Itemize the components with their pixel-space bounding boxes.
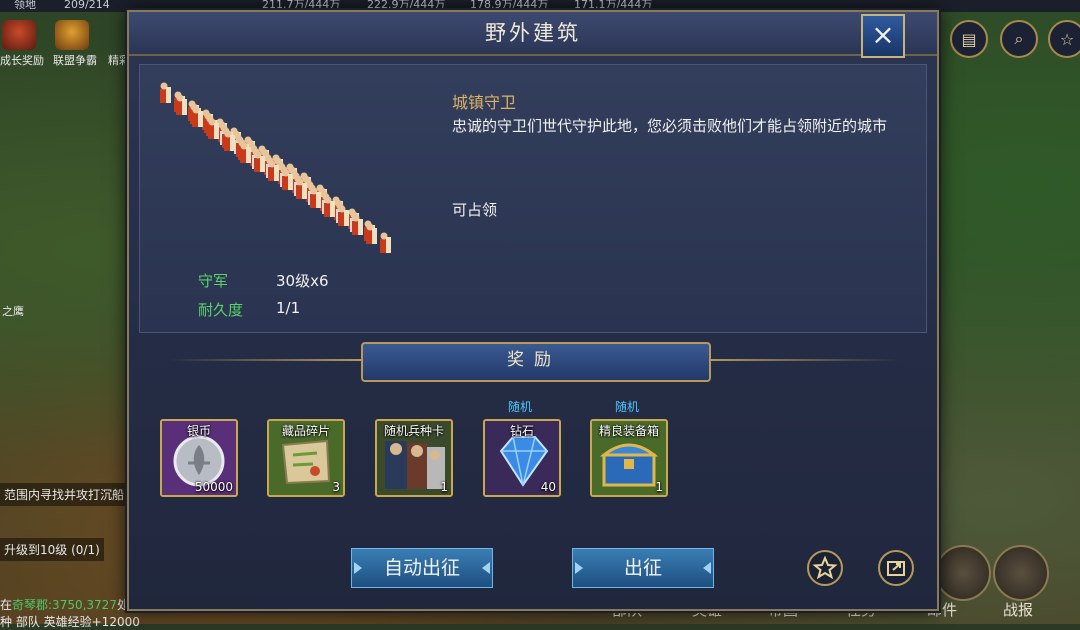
field-building-dialog: 野外建筑 × 城镇守卫 忠诚的守卫们世代守护此地，您必须击败他们才能占领附近的城… (127, 10, 939, 611)
share-button[interactable] (878, 550, 914, 586)
left-arrow-icon (575, 562, 583, 574)
building-description: 忠诚的守卫们世代守护此地，您必须击败他们才能占领附近的城市 (452, 117, 888, 135)
diamond-random-tag: 随机 (507, 400, 532, 414)
building-name: 城镇守卫 (452, 93, 517, 112)
soldier-shield (316, 192, 321, 208)
soldier-shield (182, 99, 187, 115)
soldier-shield (358, 219, 363, 235)
garrison-label: 守军 (198, 272, 229, 290)
search-icon[interactable]: ⌕ (1000, 20, 1038, 58)
reward-count: 50000 (194, 480, 233, 494)
close-icon: × (871, 18, 895, 51)
growth-reward-icon[interactable] (2, 20, 36, 50)
book-icon[interactable]: ▤ (950, 20, 988, 58)
reward-name: 藏品碎片 (281, 424, 330, 438)
soldier-shield (372, 228, 377, 244)
soldier-shield (330, 201, 335, 217)
reward-divider-left (169, 359, 361, 361)
reward-title: 奖励 (507, 350, 561, 370)
right-arrow-icon (482, 562, 490, 574)
reward-count: 1 (440, 480, 448, 494)
equipment-box-random-tag: 随机 (614, 400, 639, 414)
alliance-war-label[interactable]: 联盟争霸 (53, 52, 97, 68)
reward-name: 钻石 (509, 424, 534, 438)
reward-name: 银币 (186, 424, 211, 438)
reward-divider-right (707, 359, 899, 361)
durability-value: 1/1 (276, 299, 301, 317)
location-line[interactable]: 在奇琴郡:3750,3727处 (0, 596, 129, 613)
battle-report-nav-icon[interactable] (993, 545, 1049, 601)
soldier-shield (214, 123, 219, 139)
soldier-shield (274, 165, 279, 181)
reward-count: 3 (332, 480, 340, 494)
march-button[interactable]: 出征 (572, 548, 714, 588)
left-arrow-icon (354, 562, 362, 574)
durability-label: 耐久度 (198, 301, 244, 319)
location-link[interactable]: 奇琴郡:3750,3727 (12, 598, 117, 612)
reward-name: 随机兵种卡 (383, 424, 444, 438)
territory-count: 209/214 (64, 0, 110, 11)
eagle-label: 之鹰 (2, 305, 24, 318)
exp-line: 种 部队 英雄经验+12000 (0, 615, 140, 629)
reward-item-silver-coin[interactable]: 银币 50000 (160, 419, 238, 497)
reward-name: 精良装备箱 (598, 424, 659, 438)
town-guard-troops-image (160, 82, 391, 253)
star-icon (812, 555, 838, 580)
right-arrow-icon (703, 562, 711, 574)
territory-label: 领地 (14, 0, 36, 11)
soldier-shield (246, 147, 251, 163)
quest-item-1[interactable]: 范围内寻找并攻打沉船 (0, 483, 129, 506)
march-label: 出征 (623, 557, 662, 579)
soldier-shield (198, 111, 203, 127)
reward-item-random-unit-card[interactable]: 随机兵种卡 1 (375, 419, 453, 497)
soldier-shield (288, 174, 293, 190)
reward-count: 40 (540, 480, 556, 494)
soldier-shield (260, 156, 265, 172)
garrison-value: 30级x6 (276, 272, 329, 290)
reward-item-fine-equipment-box[interactable]: 精良装备箱 1 (590, 419, 668, 497)
reward-item-diamond[interactable]: 钻石 40 (483, 419, 561, 497)
dialog-title: 野外建筑 (485, 21, 581, 45)
soldier-shield (230, 135, 235, 151)
favorite-star-icon[interactable]: ☆ (1048, 20, 1080, 58)
location-prefix: 在 (0, 598, 13, 612)
close-button[interactable]: × (861, 14, 905, 58)
soldier-shield (166, 87, 171, 103)
soldier-shield (302, 183, 307, 199)
alliance-war-icon[interactable] (55, 20, 89, 50)
capture-status: 可占领 (452, 201, 498, 219)
mail-nav-icon[interactable] (935, 545, 991, 601)
reward-item-collection-fragment[interactable]: 藏品碎片 3 (267, 419, 345, 497)
growth-reward-label[interactable]: 成长奖励 (0, 52, 44, 68)
building-info-panel: 城镇守卫 忠诚的守卫们世代守护此地，您必须击败他们才能占领附近的城市 可占领 守… (139, 64, 927, 333)
auto-march-button[interactable]: 自动出征 (351, 548, 493, 588)
share-icon (887, 561, 905, 576)
favorite-button[interactable] (807, 550, 843, 586)
soldier-shield (344, 210, 349, 226)
quest-item-2[interactable]: 升级到10级 (0/1) (0, 538, 104, 561)
nav-battle-report[interactable]: 战报 (1003, 599, 1033, 620)
soldier-shield (386, 237, 391, 253)
reward-count: 1 (655, 480, 663, 494)
auto-march-label: 自动出征 (383, 557, 460, 579)
